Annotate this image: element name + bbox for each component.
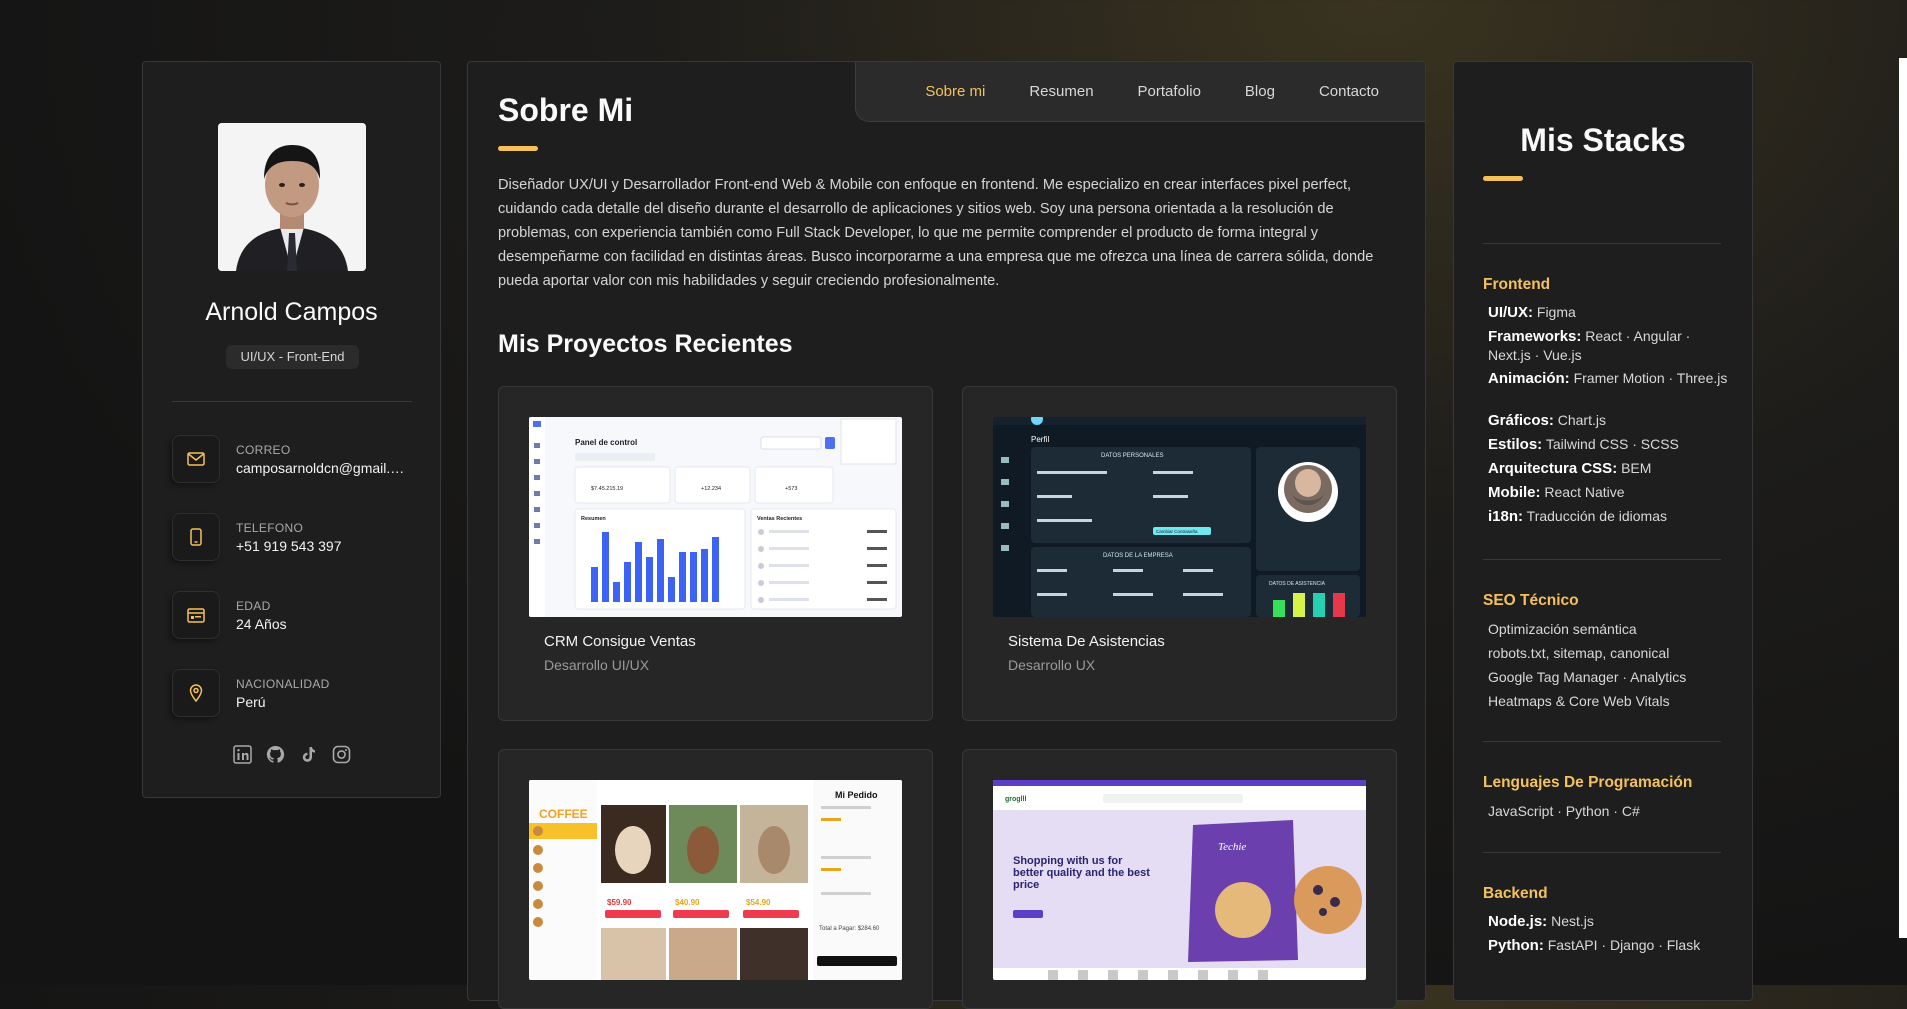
project-thumbnail[interactable]: COFFEE $59.90 $40.90 $54.90 Mi Pedido To… [529,780,902,980]
stack-item: Heatmaps & Core Web Vitals [1488,693,1670,709]
contact-label: EDAD [236,599,271,613]
project-title: CRM Consigue Ventas [544,633,696,650]
svg-text:$40.90: $40.90 [675,898,700,907]
svg-text:DATOS DE LA EMPRESA: DATOS DE LA EMPRESA [1103,553,1173,559]
stack-item: Optimización semántica [1488,621,1637,637]
project-card[interactable]: COFFEE $59.90 $40.90 $54.90 Mi Pedido To… [498,749,933,1009]
thumb-brand: groglll [1005,796,1026,803]
stack-item: JavaScript · Python · C# [1488,803,1640,819]
stack-heading: Backend [1483,885,1548,902]
stack-item: UI/UX: Figma [1488,304,1576,321]
stack-item: Google Tag Manager · Analytics [1488,669,1687,685]
page-title: Sobre Mi [498,92,634,128]
nav-blog[interactable]: Blog [1245,83,1275,100]
contact-phone: TELEFONO +51 919 543 397 [172,513,422,565]
stacks-underline [1483,176,1523,181]
stack-item: Frameworks: React · Angular · Next.js · … [1488,328,1691,363]
project-title: Sistema De Asistencias [1008,633,1165,650]
stack-heading: Lenguajes De Programación [1483,774,1693,791]
divider [1483,852,1721,853]
contact-email: CORREO camposarnoldcn@gmail.com [172,435,422,487]
email-link[interactable]: camposarnoldcn@gmail.com [236,460,411,476]
title-underline [498,146,538,151]
svg-text:Ventas Recientes: Ventas Recientes [757,516,802,522]
phone-link[interactable]: +51 919 543 397 [236,538,411,554]
svg-text:$59.90: $59.90 [607,898,632,907]
stack-item: robots.txt, sitemap, canonical [1488,645,1670,661]
stack-item: Node.js: Nest.js [1488,913,1594,930]
linkedin-icon[interactable] [232,745,252,764]
svg-text:DATOS DE ASISTENCIA: DATOS DE ASISTENCIA [1269,581,1326,587]
nationality-value: Perú [236,694,266,710]
contact-label: CORREO [236,443,291,457]
nav-portafolio[interactable]: Portafolio [1138,83,1201,100]
project-category: Desarrollo UX [1008,657,1096,673]
location-pin-icon [172,669,220,717]
social-links [143,745,440,764]
top-nav: Sobre mi Resumen Portafolio Blog Contact… [855,62,1425,122]
stack-item: Python: FastAPI · Django · Flask [1488,937,1701,954]
svg-text:Total a Pagar: $284.60: Total a Pagar: $284.60 [819,926,880,932]
svg-text:$7.45.215.19: $7.45.215.19 [591,486,623,492]
github-icon[interactable] [266,745,285,764]
tiktok-icon[interactable] [299,745,318,764]
phone-icon [172,513,220,561]
divider [1483,741,1721,742]
thumb-heading: Panel de control [575,438,637,447]
main-panel: Sobre mi Resumen Portafolio Blog Contact… [467,61,1426,1009]
contact-nationality: NACIONALIDAD Perú [172,669,422,721]
nav-contacto[interactable]: Contacto [1319,83,1379,100]
stack-item: Arquitectura CSS: BEM [1488,460,1652,477]
projects-title: Mis Proyectos Recientes [498,330,793,358]
age-value: 24 Años [236,616,287,632]
stack-heading: Frontend [1483,276,1551,293]
divider [1483,243,1721,244]
stack-item: Gráficos: Chart.js [1488,412,1606,429]
about-text: Diseñador UX/UI y Desarrollador Front-en… [498,177,1374,289]
role-badge: UI/UX - Front-End [226,345,359,369]
nav-sobre-mi[interactable]: Sobre mi [925,83,985,100]
stack-heading: SEO Técnico [1483,592,1579,609]
stacks-title: Mis Stacks [1520,122,1686,158]
stack-item: Estilos: Tailwind CSS · SCSS [1488,436,1679,453]
stack-item: Mobile: React Native [1488,484,1625,501]
contact-label: NACIONALIDAD [236,677,330,691]
svg-text:DATOS PERSONALES: DATOS PERSONALES [1101,453,1163,459]
contact-age: EDAD 24 Años [172,591,422,643]
profile-card: Arnold Campos UI/UX - Front-End CORREO c… [142,61,441,798]
svg-text:Techie: Techie [1218,841,1246,853]
profile-name: Arnold Campos [205,298,378,326]
svg-text:Cambiar Contraseña: Cambiar Contraseña [1156,529,1198,534]
svg-text:+12.234: +12.234 [701,486,721,492]
svg-text:+573: +573 [785,486,797,492]
nav-resumen[interactable]: Resumen [1029,83,1093,100]
project-thumbnail[interactable]: Perfil DATOS PERSONALES Cambiar Contrase… [993,417,1366,617]
stacks-panel: Mis Stacks Frontend UI/UX: Figma Framewo… [1453,61,1753,1001]
scrollbar-track[interactable] [1899,58,1907,938]
contact-label: TELEFONO [236,521,304,535]
project-category: Desarrollo UI/UX [544,657,650,673]
project-card[interactable]: groglll Shopping with us for better qual… [962,749,1397,1009]
svg-text:Resumen: Resumen [581,516,606,522]
calendar-icon [172,591,220,639]
thumb-heading: Perfil [1031,435,1049,444]
project-card[interactable]: Panel de control $7.45.215.19 +12.234 +5… [498,386,933,721]
instagram-icon[interactable] [332,745,351,764]
svg-text:Mi Pedido: Mi Pedido [835,790,878,800]
avatar [218,123,366,271]
divider [1483,559,1721,560]
thumb-brand: COFFEE [539,807,588,821]
project-thumbnail[interactable]: groglll Shopping with us for better qual… [993,780,1366,980]
svg-text:$54.90: $54.90 [746,898,771,907]
project-card[interactable]: Perfil DATOS PERSONALES Cambiar Contrase… [962,386,1397,721]
stack-item: i18n: Traducción de idiomas [1488,508,1667,525]
divider [172,401,412,402]
stack-item: Animación: Framer Motion · Three.js [1488,370,1728,387]
mail-icon [172,435,220,483]
project-thumbnail[interactable]: Panel de control $7.45.215.19 +12.234 +5… [529,417,902,617]
